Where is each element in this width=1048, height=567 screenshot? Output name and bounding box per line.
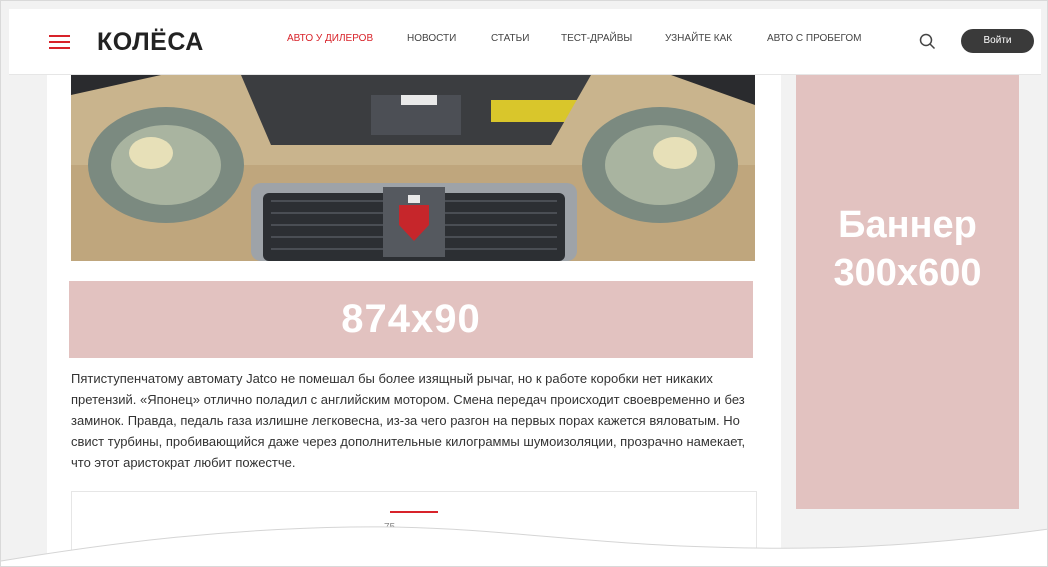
nav-articles[interactable]: СТАТЬИ xyxy=(491,33,529,44)
card-accent-line xyxy=(390,511,438,513)
browser-frame: КОЛЁСА АВТО У ДИЛЕРОВ НОВОСТИ СТАТЬИ ТЕС… xyxy=(0,0,1048,567)
nav-test-drives[interactable]: ТЕСТ-ДРАЙВЫ xyxy=(561,33,632,44)
banner-horizontal[interactable]: 874x90 xyxy=(69,281,753,358)
nav-news[interactable]: НОВОСТИ xyxy=(407,33,456,44)
site-header: КОЛЁСА АВТО У ДИЛЕРОВ НОВОСТИ СТАТЬИ ТЕС… xyxy=(9,9,1041,75)
article-paragraph: Пятиступенчатому автомату Jatco не помеш… xyxy=(71,371,746,470)
related-card[interactable]: 75 бкой передач xyxy=(71,491,757,566)
card-text: бкой передач xyxy=(512,544,594,559)
nav-dealers[interactable]: АВТО У ДИЛЕРОВ xyxy=(287,33,373,44)
menu-icon[interactable] xyxy=(49,35,70,49)
banner-vertical[interactable]: Баннер 300x600 xyxy=(796,75,1019,509)
nav-used-cars[interactable]: АВТО С ПРОБЕГОМ xyxy=(767,33,862,44)
site-logo[interactable]: КОЛЁСА xyxy=(97,28,204,57)
search-icon[interactable] xyxy=(919,33,936,50)
car-engine-photo xyxy=(71,75,755,261)
banner-vertical-label-line1: Баннер xyxy=(838,204,977,246)
banner-horizontal-label: 874x90 xyxy=(341,297,481,341)
banner-vertical-label-line2: 300x600 xyxy=(833,252,982,294)
card-number: 75 xyxy=(384,522,396,533)
login-button[interactable]: Войти xyxy=(961,29,1034,53)
nav-how-to[interactable]: УЗНАЙТЕ КАК xyxy=(665,33,732,44)
